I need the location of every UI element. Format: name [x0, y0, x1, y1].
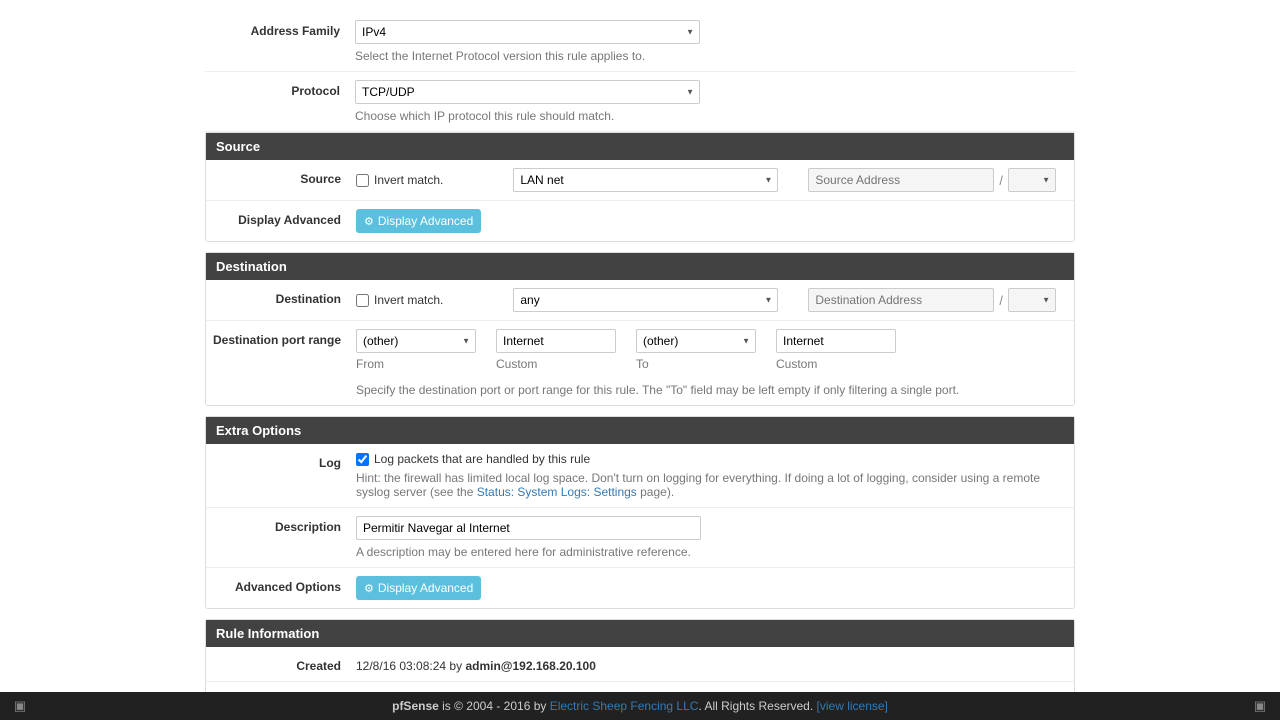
footer: ▣ pfSense is © 2004 - 2016 by Electric S… [0, 692, 1280, 720]
description-label: Description [206, 516, 356, 534]
dest-port-from-custom[interactable] [496, 329, 616, 353]
footer-right-icon[interactable]: ▣ [1240, 698, 1280, 714]
dest-port-from-label: From [356, 357, 476, 371]
source-address-input[interactable] [808, 168, 994, 192]
address-family-select[interactable]: IPv4 [355, 20, 700, 44]
created-by: admin@192.168.20.100 [465, 659, 595, 673]
gear-icon [364, 214, 374, 228]
advanced-options-label: Advanced Options [206, 576, 356, 594]
destination-slash: / [999, 293, 1003, 308]
dest-port-to-custom[interactable] [776, 329, 896, 353]
log-checkbox-label[interactable]: Log packets that are handled by this rul… [356, 452, 1064, 466]
source-mask-select[interactable] [1008, 168, 1056, 192]
dest-port-from-select[interactable]: (other) [356, 329, 476, 353]
created-time: 12/8/16 03:08:24 by [356, 659, 465, 673]
destination-address-input[interactable] [808, 288, 994, 312]
destination-invert-label[interactable]: Invert match. [356, 293, 443, 307]
footer-license-link[interactable]: [view license] [817, 699, 888, 713]
source-type-select[interactable]: LAN net [513, 168, 778, 192]
footer-company-link[interactable]: Electric Sheep Fencing LLC [550, 699, 699, 713]
source-display-advanced-button[interactable]: Display Advanced [356, 209, 481, 233]
syslog-settings-link[interactable]: Status: System Logs: Settings [477, 485, 637, 499]
log-checkbox[interactable] [356, 453, 369, 466]
dest-port-from-custom-label: Custom [496, 357, 616, 371]
protocol-label: Protocol [205, 80, 355, 98]
source-label: Source [206, 168, 356, 186]
dest-port-to-label: To [636, 357, 756, 371]
source-panel: Source Source Invert match. LAN net / [205, 132, 1075, 242]
destination-mask-select[interactable] [1008, 288, 1056, 312]
description-input[interactable] [356, 516, 701, 540]
destination-invert-checkbox[interactable] [356, 294, 369, 307]
dest-port-to-custom-label: Custom [776, 357, 896, 371]
log-hint: Hint: the firewall has limited local log… [356, 471, 1064, 499]
protocol-select[interactable]: TCP/UDP [355, 80, 700, 104]
display-advanced-label: Display Advanced [206, 209, 356, 227]
source-header: Source [206, 133, 1074, 160]
extra-options-panel: Extra Options Log Log packets that are h… [205, 416, 1075, 609]
source-slash: / [999, 173, 1003, 188]
destination-type-select[interactable]: any [513, 288, 778, 312]
address-family-help: Select the Internet Protocol version thi… [355, 49, 1065, 63]
protocol-help: Choose which IP protocol this rule shoul… [355, 109, 1065, 123]
extra-options-header: Extra Options [206, 417, 1074, 444]
source-invert-label[interactable]: Invert match. [356, 173, 443, 187]
footer-left-icon[interactable]: ▣ [0, 698, 40, 714]
rule-info-header: Rule Information [206, 620, 1074, 647]
destination-port-label: Destination port range [206, 329, 356, 347]
destination-header: Destination [206, 253, 1074, 280]
footer-brand: pfSense [392, 699, 439, 713]
address-family-label: Address Family [205, 20, 355, 38]
created-label: Created [206, 655, 356, 673]
source-invert-checkbox[interactable] [356, 174, 369, 187]
destination-label: Destination [206, 288, 356, 306]
advanced-options-button[interactable]: Display Advanced [356, 576, 481, 600]
gear-icon [364, 581, 374, 595]
description-help: A description may be entered here for ad… [356, 545, 1064, 559]
destination-panel: Destination Destination Invert match. an… [205, 252, 1075, 406]
dest-port-to-select[interactable]: (other) [636, 329, 756, 353]
dest-port-help: Specify the destination port or port ran… [356, 383, 1064, 397]
log-label: Log [206, 452, 356, 470]
